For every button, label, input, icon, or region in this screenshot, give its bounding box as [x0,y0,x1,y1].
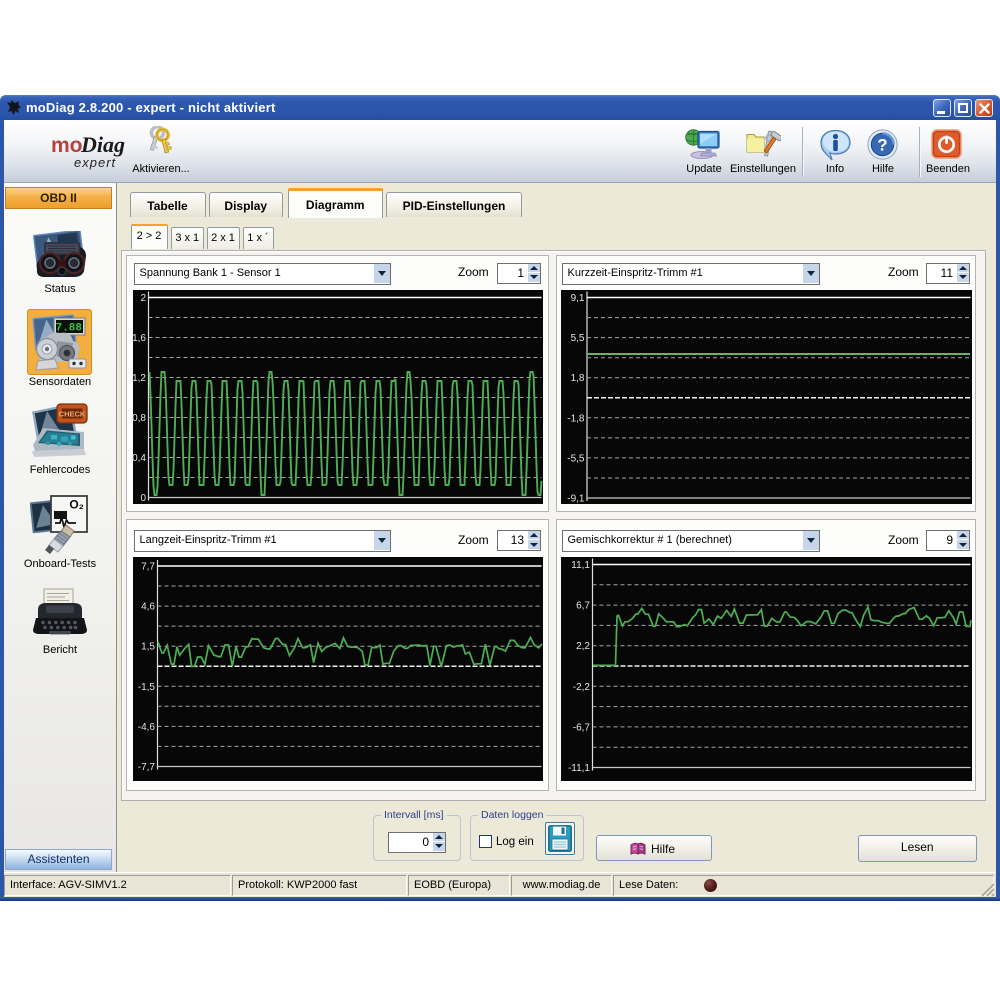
svg-text:?: ? [877,136,887,155]
svg-text:O₂: O₂ [69,498,84,512]
svg-text:CHECK: CHECK [59,410,86,419]
svg-text:7.88: 7.88 [56,323,83,335]
